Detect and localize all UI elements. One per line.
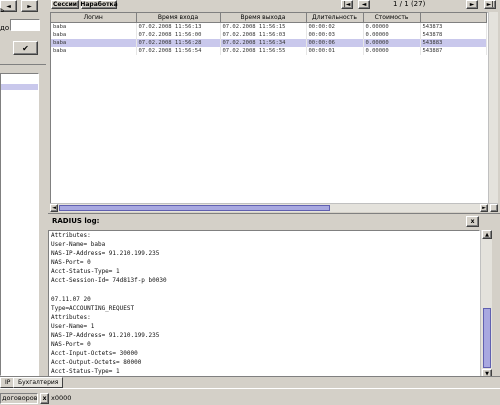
log-line: Acct-Status-Type= 1 [51,268,120,276]
status-close-button[interactable]: x [40,393,49,404]
radius-log-close-button[interactable]: x [466,216,479,227]
bottom-tab-strip: IP Бухгалтерия [0,376,500,388]
cell-cost: 0.00000 [363,39,421,47]
scroll-thumb[interactable] [59,205,330,211]
log-scroll-thumb[interactable] [483,308,491,368]
table-header: Логин Время входа Время выхода Длительно… [51,13,487,23]
table-vertical-scrollbar[interactable] [488,12,498,204]
left-panel: ◄ ► ь до ✔ [0,0,46,380]
column-header[interactable]: Время входа [136,13,221,23]
cell-time-in: 07.02.2008 11:56:13 [136,22,221,31]
cell-duration: 00:00:06 [306,39,364,47]
cell-time-out: 07.02.2008 11:56:15 [220,22,307,31]
cell-cost: 0.00000 [363,31,421,39]
tab-billing[interactable]: Наработка [80,0,118,9]
cell-duration: 00:00:03 [306,31,364,39]
column-header[interactable]: Длительность [306,13,364,23]
cell-duration: 00:00:02 [306,22,364,31]
column-header[interactable]: Время выхода [220,13,307,23]
cell-login: baba [51,39,137,47]
next-page-button[interactable]: ► [466,0,478,9]
cell-cost: 0.00000 [363,47,421,55]
log-line: NAS-IP-Address= 91.210.199.235 [51,250,160,258]
cell-time-in: 07.02.2008 11:56:00 [136,31,221,39]
scroll-corner [490,204,498,212]
scroll-right-button[interactable]: ► [480,204,488,212]
cell-time-in: 07.02.2008 11:56:28 [136,39,221,47]
log-line: NAS-IP-Address= 91.210.199.235 [51,332,160,340]
cell-time-out: 07.02.2008 11:56:03 [220,31,307,39]
table-horizontal-scrollbar[interactable]: ◄ ► [50,203,498,212]
tab-sessions[interactable]: Сессии [51,0,79,9]
cell-login: baba [51,47,137,55]
left-list[interactable] [0,73,39,376]
column-header[interactable]: Логин [51,13,137,23]
left-divider [0,64,46,65]
radius-log-panel: RADIUS log: x Attributes: User-Name= bab… [48,213,500,378]
apply-filter-button[interactable]: ✔ [13,41,38,55]
cell-id: 543878 [420,31,487,39]
column-header[interactable] [420,13,487,23]
table-row[interactable]: baba 07.02.2008 11:56:00 07.02.2008 11:5… [51,31,487,39]
radius-log-title: RADIUS log: [52,217,100,225]
log-line: Acct-Input-Octets= 30000 [51,350,138,358]
log-line: Attributes: [51,313,91,321]
table-row[interactable]: baba 07.02.2008 11:56:13 07.02.2008 11:5… [51,22,487,31]
cell-duration: 00:00:01 [306,47,364,55]
log-vertical-scrollbar[interactable]: ▲ ▼ [480,230,492,378]
last-page-button[interactable]: ►| [484,0,496,9]
date-to-input[interactable] [10,19,40,31]
log-line: User-Name= 1 [51,322,95,330]
first-page-button[interactable]: |◄ [341,0,353,9]
prev-page-button[interactable]: ◄ [358,0,370,9]
left-title-fragment: ь [0,6,5,14]
table-row-selected[interactable]: baba 07.02.2008 11:56:28 07.02.2008 11:5… [51,39,487,47]
date-to-label: до [0,24,10,32]
radius-log-text[interactable]: Attributes: User-Name= baba NAS-IP-Addre… [48,230,480,378]
log-scroll-up-button[interactable]: ▲ [482,230,492,239]
cell-time-out: 07.02.2008 11:56:55 [220,47,307,55]
cell-id: 543883 [420,39,487,47]
log-line: NAS-Port= 0 [51,341,91,349]
cell-time-in: 07.02.2008 11:56:54 [136,47,221,55]
cell-id: 543887 [420,47,487,55]
cell-cost: 0.00000 [363,22,421,31]
page-info: 1 / 1 (27) [393,0,426,8]
left-nav-next-button[interactable]: ► [21,0,38,12]
cell-login: baba [51,22,137,31]
tab-accounting[interactable]: Бухгалтерия [13,377,64,388]
cell-time-out: 07.02.2008 11:56:34 [220,39,307,47]
cell-id: 543873 [420,22,487,31]
status-bar: договоров x x0000 [0,388,500,405]
toolbar: Сессии Наработка |◄ ◄ 1 / 1 (27) ► ►| [48,0,500,12]
log-line: 07.11.07 20 [51,295,91,303]
log-line: NAS-Port= 0 [51,259,91,267]
sessions-table: Логин Время входа Время выхода Длительно… [51,13,487,55]
cell-login: baba [51,31,137,39]
log-line: Acct-Session-Id= 74d813f-p b0030 [51,277,167,285]
left-list-selected-item[interactable] [1,84,38,90]
status-contracts[interactable]: договоров [0,393,38,404]
log-line: Type=ACCOUNTING_REQUEST [51,304,135,312]
log-line: Attributes: [51,232,91,239]
log-line: User-Name= baba [51,241,106,249]
scroll-left-button[interactable]: ◄ [50,204,58,212]
log-line: Acct-Output-Octets= 80000 [51,359,142,367]
table-row[interactable]: baba 07.02.2008 11:56:54 07.02.2008 11:5… [51,47,487,55]
status-code: x0000 [51,394,72,402]
sessions-table-area: Логин Время входа Время выхода Длительно… [50,12,488,212]
column-header[interactable]: Стоимость [363,13,421,23]
